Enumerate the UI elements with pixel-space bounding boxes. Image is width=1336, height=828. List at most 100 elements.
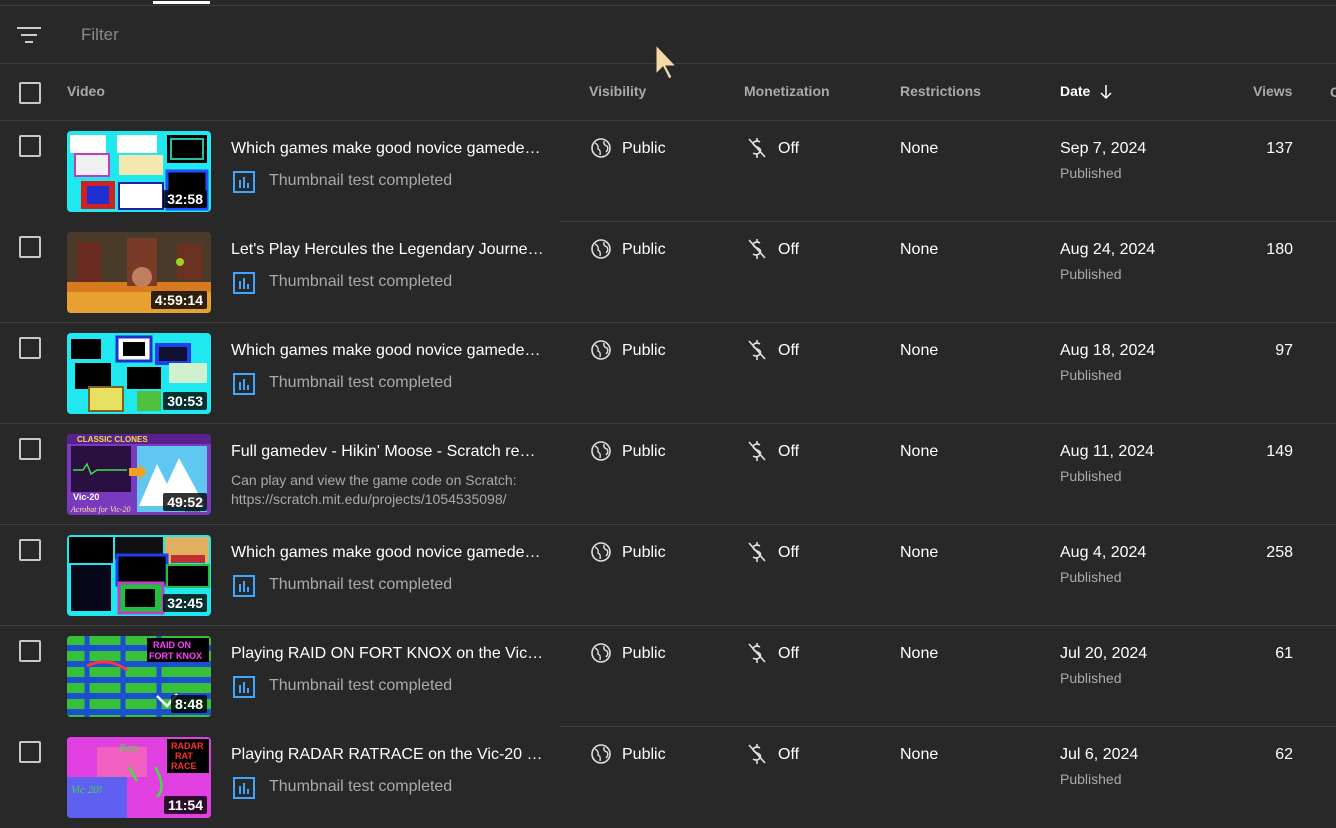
views-count: 97 (1275, 342, 1293, 359)
row-checkbox[interactable] (19, 741, 41, 763)
table-row[interactable]: 4:59:14 Let's Play Hercules the Legendar… (0, 222, 1336, 323)
column-restrictions[interactable]: Restrictions (900, 83, 981, 99)
video-title[interactable]: Which games make good novice gamedev pro… (231, 140, 546, 158)
filter-icon[interactable] (17, 25, 41, 45)
row-checkbox[interactable] (19, 539, 41, 561)
publish-status: Published (1060, 266, 1122, 282)
globe-icon[interactable] (590, 541, 612, 563)
publish-status: Published (1060, 468, 1122, 484)
thumbnail-test-label: Thumbnail test completed (269, 677, 453, 694)
table-row[interactable]: 32:58 Which games make good novice gamed… (0, 121, 1336, 222)
video-thumbnail[interactable]: CLASSIC CLONES Vic-20 Acrobat for Vic-20… (67, 434, 211, 515)
row-checkbox[interactable] (19, 236, 41, 258)
globe-icon[interactable] (590, 137, 612, 159)
video-title[interactable]: Playing RAID ON FORT KNOX on the Vic-20 … (231, 645, 546, 663)
table-row[interactable]: 30:53 Which games make good novice gamed… (0, 323, 1336, 424)
monetization-off-icon[interactable] (746, 743, 768, 765)
monetization-off-icon[interactable] (746, 541, 768, 563)
video-title[interactable]: Which games make good novice gamedev pro… (231, 544, 546, 562)
thumb-title-text: RAT (175, 751, 193, 761)
publish-date: Aug 24, 2024 (1060, 241, 1156, 258)
column-date[interactable]: Date (1060, 83, 1090, 99)
row-checkbox[interactable] (19, 640, 41, 662)
video-duration: 30:53 (163, 392, 207, 410)
visibility-value: Public (622, 241, 666, 258)
video-title[interactable]: Let's Play Hercules the Legendary Journe… (231, 241, 546, 259)
analytics-icon (233, 171, 255, 193)
video-thumbnail[interactable]: RADAR RAT RACE Rats Vic 20! 11:54 (67, 737, 211, 818)
globe-icon[interactable] (590, 642, 612, 664)
video-title[interactable]: Playing RADAR RATRACE on the Vic-20 (and… (231, 746, 546, 764)
table-row[interactable]: CLASSIC CLONES Vic-20 Acrobat for Vic-20… (0, 424, 1336, 525)
thumb-title-text: RACE (171, 761, 197, 771)
views-count: 149 (1266, 443, 1293, 460)
table-row[interactable]: RAID ON FORT KNOX 8:48 Playing RAID ON F… (0, 626, 1336, 727)
video-title[interactable]: Full gamedev - Hikin' Moose - Scratch re… (231, 443, 546, 461)
thumb-label-text: Vic 20! (71, 784, 103, 796)
analytics-icon (233, 575, 255, 597)
video-duration: 4:59:14 (150, 291, 207, 309)
column-visibility[interactable]: Visibility (589, 83, 646, 99)
row-checkbox[interactable] (19, 438, 41, 460)
table-header: Video Visibility Monetization Restrictio… (0, 64, 1336, 121)
video-thumbnail[interactable]: 32:58 (67, 131, 211, 212)
monetization-off-icon[interactable] (746, 642, 768, 664)
publish-status: Published (1060, 569, 1122, 585)
video-duration: 49:52 (163, 493, 207, 511)
globe-icon[interactable] (590, 238, 612, 260)
description-line: https://scratch.mit.edu/projects/1054535… (231, 491, 507, 507)
monetization-value: Off (778, 342, 800, 359)
restrictions-value: None (900, 746, 939, 763)
publish-date: Aug 18, 2024 (1060, 342, 1156, 359)
monetization-off-icon[interactable] (746, 339, 768, 361)
select-all-checkbox[interactable] (19, 82, 41, 104)
analytics-icon (233, 676, 255, 698)
views-count: 61 (1275, 645, 1293, 662)
thumbnail-test-label: Thumbnail test completed (269, 172, 453, 189)
monetization-value: Off (778, 645, 800, 662)
column-monetization[interactable]: Monetization (744, 83, 830, 99)
arrow-down-icon[interactable] (1098, 83, 1114, 101)
thumbnail-test-label: Thumbnail test completed (269, 374, 453, 391)
visibility-value: Public (622, 544, 666, 561)
table-row[interactable]: RADAR RAT RACE Rats Vic 20! 11:54 Playin… (0, 727, 1336, 828)
publish-date: Sep 7, 2024 (1060, 140, 1147, 157)
monetization-off-icon[interactable] (746, 238, 768, 260)
monetization-value: Off (778, 241, 800, 258)
globe-icon[interactable] (590, 440, 612, 462)
publish-date: Jul 20, 2024 (1060, 645, 1148, 662)
publish-date: Aug 11, 2024 (1060, 443, 1155, 460)
thumb-title-text: RADAR (171, 741, 204, 751)
video-thumbnail[interactable]: RAID ON FORT KNOX 8:48 (67, 636, 211, 717)
views-count: 180 (1266, 241, 1293, 258)
video-duration: 11:54 (163, 796, 207, 814)
visibility-value: Public (622, 746, 666, 763)
thumb-banner-text: CLASSIC CLONES (77, 435, 148, 444)
column-comments-cut: C (1330, 84, 1336, 100)
table-row[interactable]: 32:45 Which games make good novice gamed… (0, 525, 1336, 626)
row-checkbox[interactable] (19, 135, 41, 157)
row-checkbox[interactable] (19, 337, 41, 359)
video-thumbnail[interactable]: 32:45 (67, 535, 211, 616)
video-duration: 32:58 (163, 190, 207, 208)
filter-input[interactable] (70, 20, 481, 50)
publish-status: Published (1060, 771, 1122, 787)
video-description: Can play and view the game code on Scrat… (231, 471, 546, 509)
analytics-icon (233, 272, 255, 294)
monetization-value: Off (778, 140, 800, 157)
video-thumbnail[interactable]: 30:53 (67, 333, 211, 414)
video-thumbnail[interactable]: 4:59:14 (67, 232, 211, 313)
globe-icon[interactable] (590, 743, 612, 765)
analytics-icon (233, 777, 255, 799)
publish-date: Aug 4, 2024 (1060, 544, 1147, 561)
video-title[interactable]: Which games make good novice gamedev pro… (231, 342, 546, 360)
column-views[interactable]: Views (1253, 83, 1292, 99)
monetization-value: Off (778, 746, 800, 763)
monetization-off-icon[interactable] (746, 137, 768, 159)
thumbnail-test-label: Thumbnail test completed (269, 576, 453, 593)
active-tab-indicator (153, 1, 210, 4)
globe-icon[interactable] (590, 339, 612, 361)
restrictions-value: None (900, 645, 939, 662)
monetization-off-icon[interactable] (746, 440, 768, 462)
thumb-caption-text: Acrobat for Vic-20 (70, 505, 131, 514)
